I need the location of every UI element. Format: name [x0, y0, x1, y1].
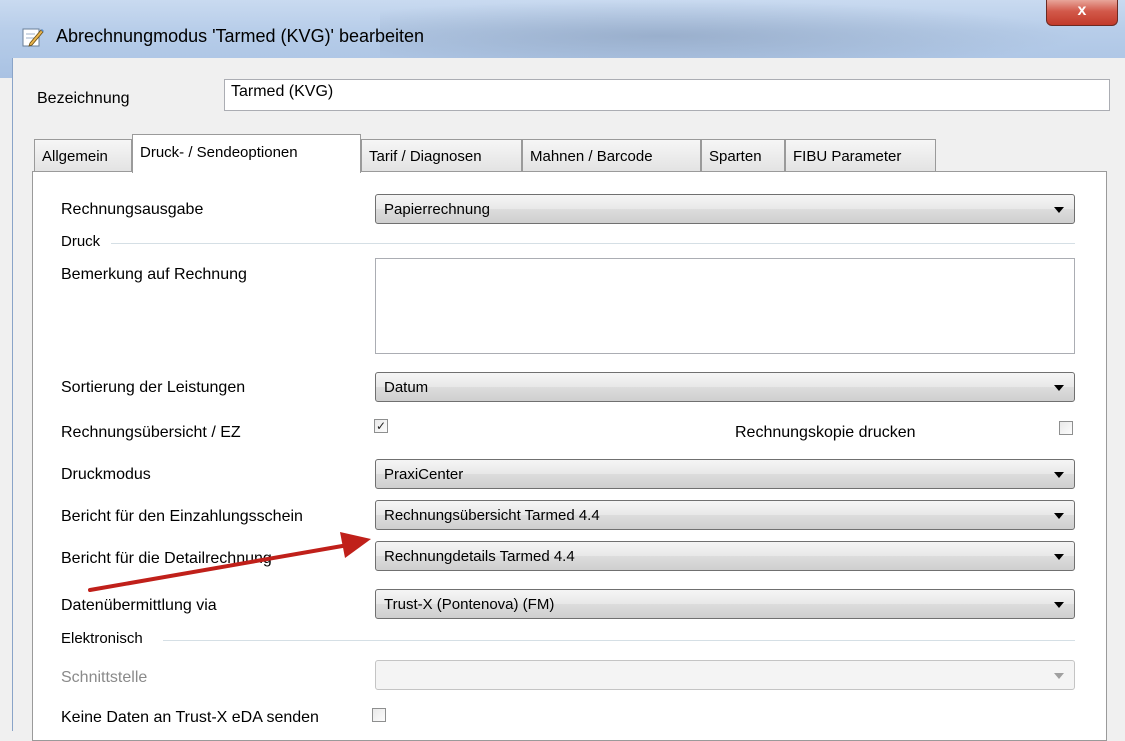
chevron-down-icon [1054, 513, 1064, 519]
rechnungsuebersicht-label: Rechnungsübersicht / EZ [61, 424, 241, 441]
sortierung-select[interactable]: Datum [375, 372, 1075, 402]
tab-tarif-diagnosen[interactable]: Tarif / Diagnosen [361, 139, 522, 171]
sortierung-value: Datum [384, 379, 429, 396]
check-icon: ✓ [375, 419, 387, 433]
bericht-ez-value: Rechnungsübersicht Tarmed 4.4 [384, 507, 600, 524]
keine-daten-checkbox[interactable] [372, 708, 386, 722]
chevron-down-icon [1054, 554, 1064, 560]
bericht-detail-value: Rechnungdetails Tarmed 4.4 [384, 548, 575, 565]
bemerkung-label: Bemerkung auf Rechnung [61, 266, 247, 283]
datenuebermittlung-select[interactable]: Trust-X (Pontenova) (FM) [375, 589, 1075, 619]
rechnungskopie-checkbox[interactable] [1059, 421, 1073, 435]
keine-daten-label: Keine Daten an Trust-X eDA senden [61, 709, 319, 726]
edit-icon [22, 28, 44, 47]
datenuebermittlung-value: Trust-X (Pontenova) (FM) [384, 596, 555, 613]
chevron-down-icon [1054, 472, 1064, 478]
rechnungskopie-label: Rechnungskopie drucken [735, 424, 916, 441]
rechnungsausgabe-select[interactable]: Papierrechnung [375, 194, 1075, 224]
chevron-down-icon [1054, 207, 1064, 213]
window-title: Abrechnungmodus 'Tarmed (KVG)' bearbeite… [56, 26, 425, 46]
schnittstelle-label: Schnittstelle [61, 669, 148, 686]
druckmodus-label: Druckmodus [61, 466, 151, 483]
bericht-ez-select[interactable]: Rechnungsübersicht Tarmed 4.4 [375, 500, 1075, 530]
tab-mahnen-barcode[interactable]: Mahnen / Barcode [522, 139, 701, 171]
bericht-detail-label: Bericht für die Detailrechnung [61, 550, 272, 567]
chevron-down-icon [1054, 673, 1064, 679]
tab-sparten[interactable]: Sparten [701, 139, 785, 171]
close-button[interactable]: x [1046, 0, 1118, 26]
schnittstelle-select[interactable] [375, 660, 1075, 690]
bezeichnung-input[interactable]: Tarmed (KVG) [224, 79, 1110, 111]
bezeichnung-label: Bezeichnung [37, 90, 130, 107]
druck-group-divider [111, 243, 1075, 244]
druckmodus-value: PraxiCenter [384, 466, 464, 483]
bemerkung-textarea[interactable] [375, 258, 1075, 354]
tab-druck-sendeoptionen[interactable]: Druck- / Sendeoptionen [132, 134, 361, 173]
bericht-detail-select[interactable]: Rechnungdetails Tarmed 4.4 [375, 541, 1075, 571]
rechnungsausgabe-value: Papierrechnung [384, 201, 490, 218]
elektronisch-group-divider [163, 640, 1075, 641]
window-frame [0, 78, 12, 731]
datenuebermittlung-label: Datenübermittlung via [61, 597, 217, 614]
bericht-ez-label: Bericht für den Einzahlungsschein [61, 508, 303, 525]
chevron-down-icon [1054, 385, 1064, 391]
tab-allgemein[interactable]: Allgemein [34, 139, 132, 171]
chevron-down-icon [1054, 602, 1064, 608]
elektronisch-group-label: Elektronisch [61, 630, 143, 647]
titlebar-background [380, 0, 1080, 60]
tab-fibu-parameter[interactable]: FIBU Parameter [785, 139, 936, 171]
tab-panel-druck [32, 171, 1107, 741]
druckmodus-select[interactable]: PraxiCenter [375, 459, 1075, 489]
druck-group-label: Druck [61, 233, 101, 250]
sortierung-label: Sortierung der Leistungen [61, 379, 246, 396]
rechnungsuebersicht-checkbox[interactable]: ✓ [374, 419, 388, 433]
rechnungsausgabe-label: Rechnungsausgabe [61, 201, 204, 218]
